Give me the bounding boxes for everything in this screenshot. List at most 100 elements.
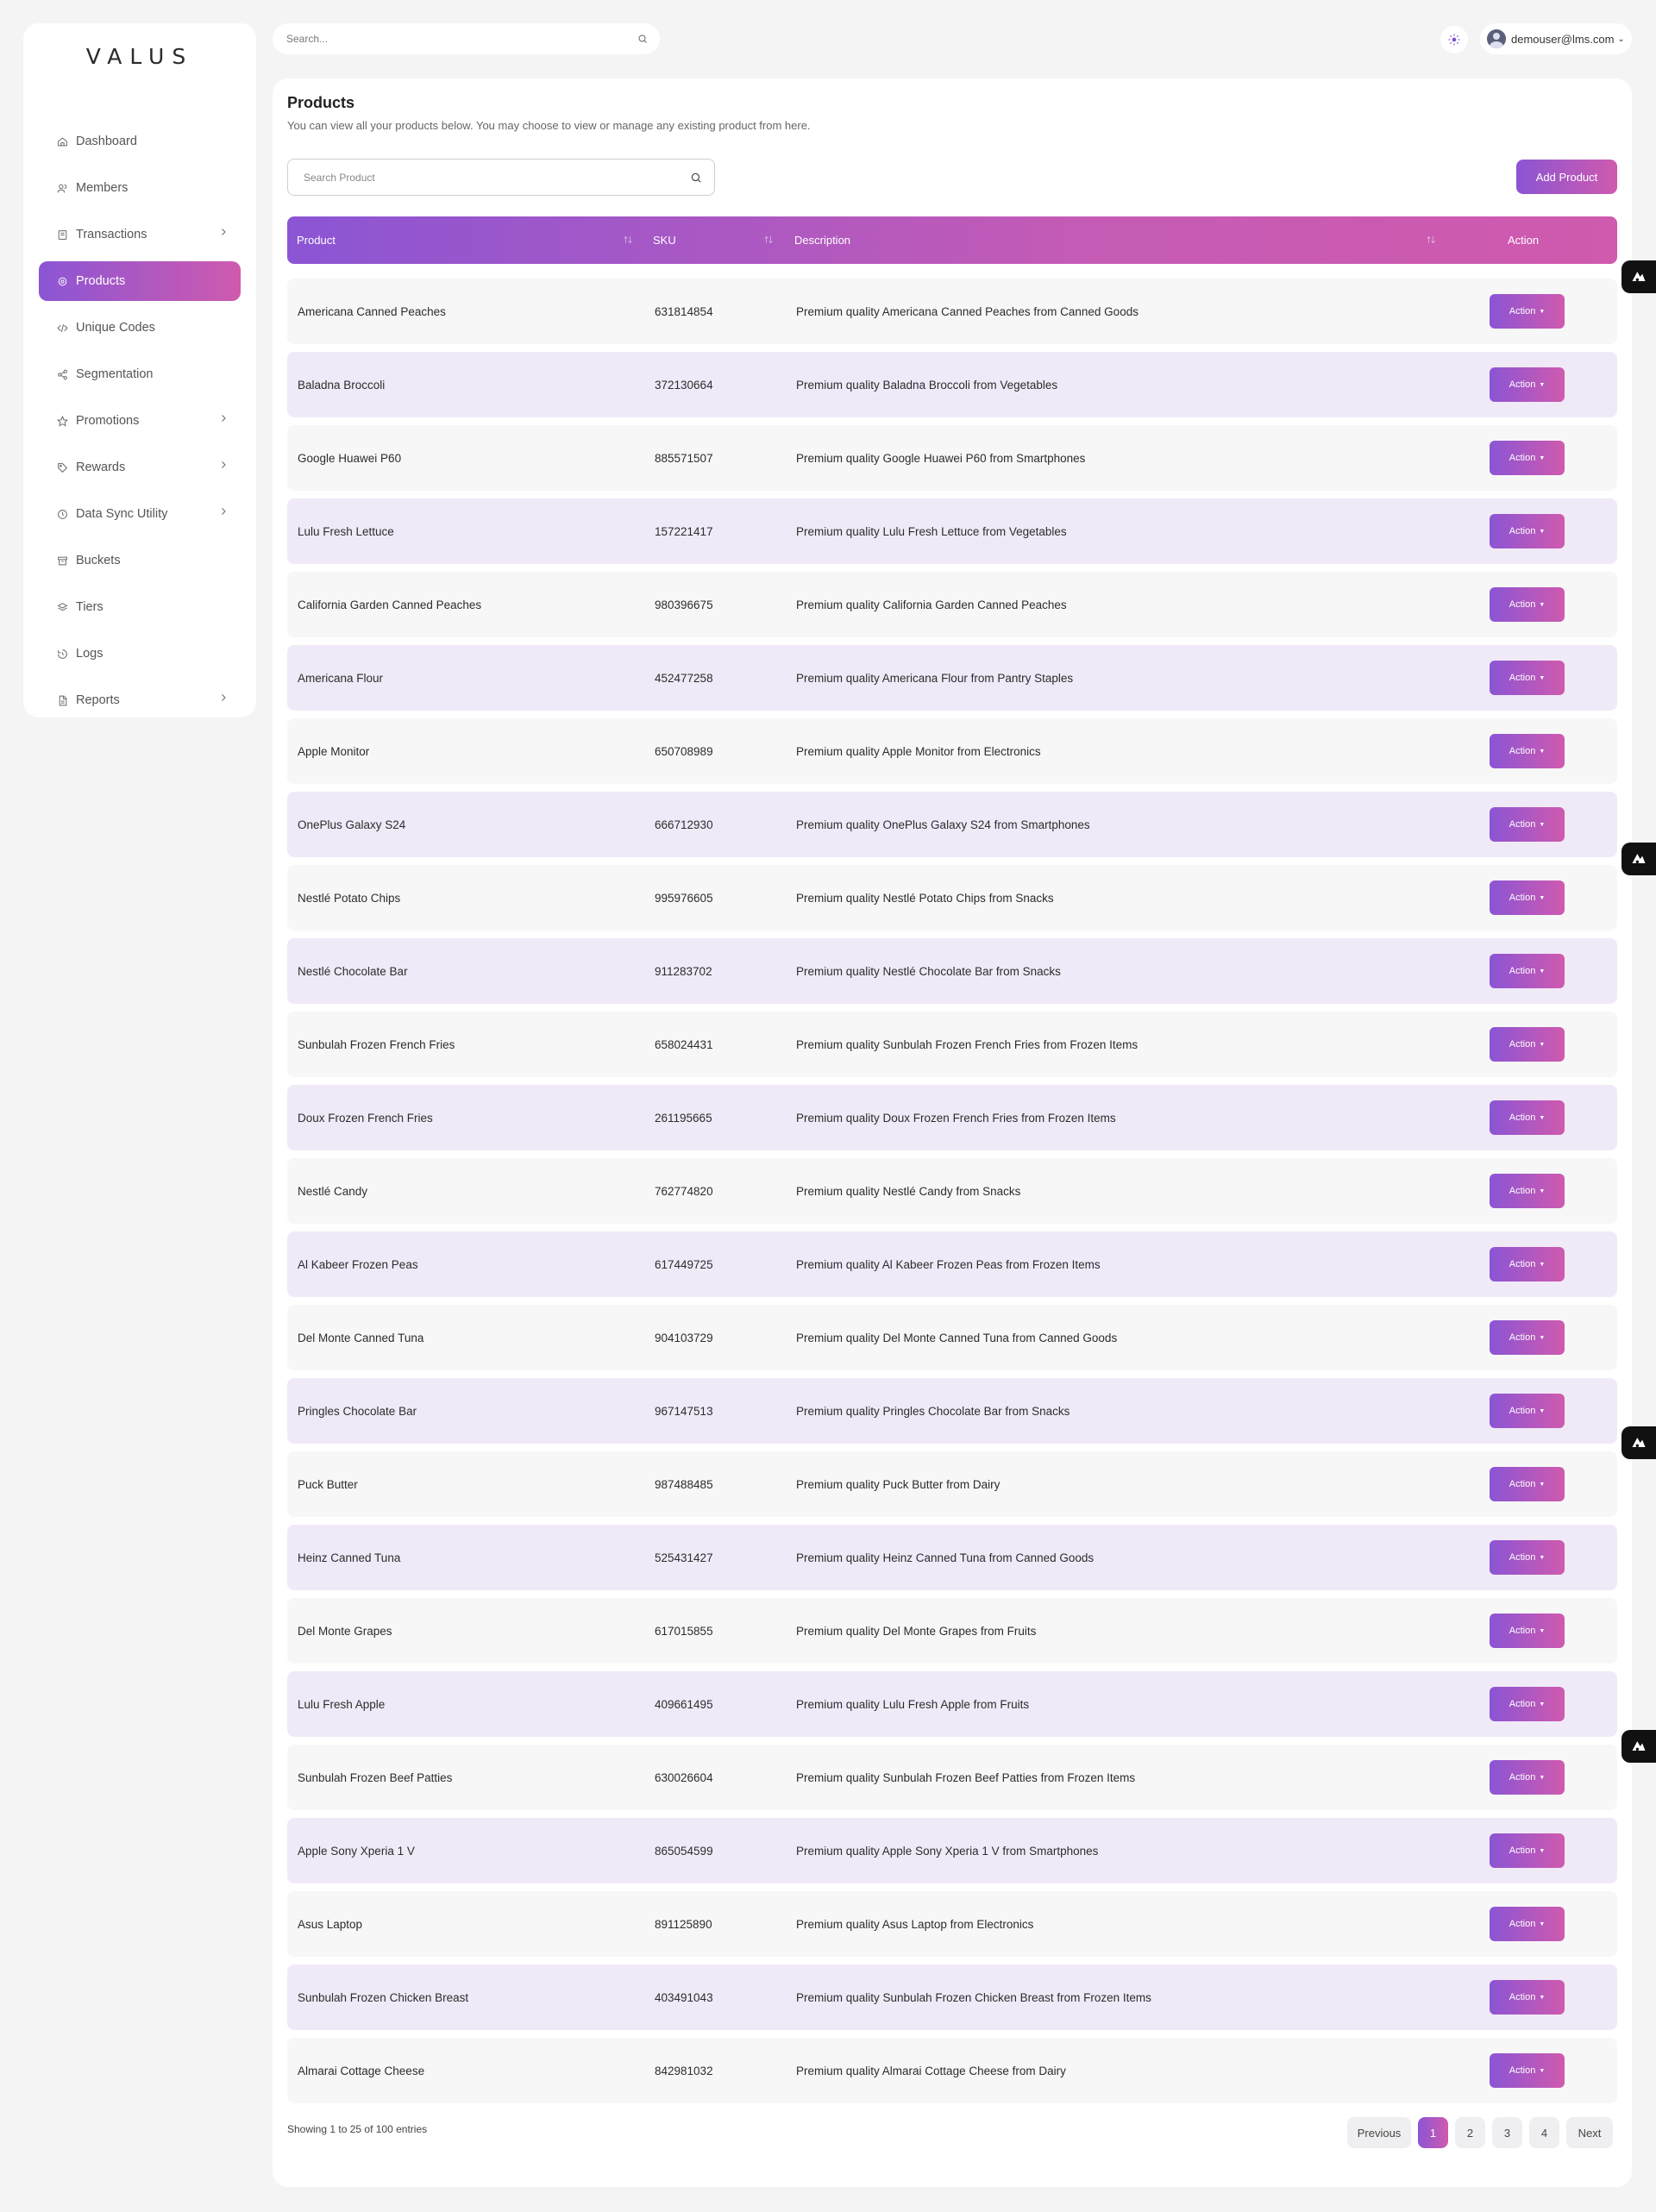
brand-logo[interactable]: VALUS	[23, 44, 256, 78]
sort-icon[interactable]	[623, 235, 633, 248]
row-action-button[interactable]: Action ▼	[1490, 367, 1565, 402]
home-icon	[56, 135, 68, 147]
action-label: Action	[1509, 1479, 1536, 1489]
sidebar-item-promotions[interactable]: Promotions	[39, 401, 241, 441]
row-action-button[interactable]: Action ▼	[1490, 1687, 1565, 1721]
row-action-button[interactable]: Action ▼	[1490, 587, 1565, 622]
sidebar-item-products[interactable]: Products	[39, 261, 241, 301]
sort-icon[interactable]	[1426, 235, 1436, 248]
table-row: Pringles Chocolate Bar 967147513 Premium q…	[287, 1378, 1617, 1444]
row-action-button[interactable]: Action ▼	[1490, 1394, 1565, 1428]
row-action-button[interactable]: Action ▼	[1490, 1907, 1565, 1941]
row-action-button[interactable]: Action ▼	[1490, 294, 1565, 329]
description-cell: Premium quality Puck Butter from Dairy	[796, 1477, 1000, 1491]
sidebar-item-label: Unique Codes	[76, 321, 155, 335]
table-row: Almarai Cottage Cheese 842981032 Premium q…	[287, 2038, 1617, 2103]
history-icon	[56, 648, 68, 660]
description-cell: Premium quality Lulu Fresh Apple from Fr…	[796, 1697, 1030, 1711]
product-name-cell: Sunbulah Frozen French Fries	[298, 1037, 455, 1051]
row-action-button[interactable]: Action ▼	[1490, 441, 1565, 475]
row-action-button[interactable]: Action ▼	[1490, 514, 1565, 548]
add-product-button[interactable]: Add Product	[1516, 160, 1617, 194]
sidebar-item-tiers[interactable]: Tiers	[39, 587, 241, 627]
search-icon[interactable]	[690, 172, 702, 184]
theme-toggle-button[interactable]	[1440, 26, 1468, 53]
row-action-button[interactable]: Action ▼	[1490, 880, 1565, 915]
action-label: Action	[1509, 306, 1536, 316]
sidebar-item-rewards[interactable]: Rewards	[39, 448, 241, 487]
sidebar-item-dashboard[interactable]: Dashboard	[39, 122, 241, 161]
sidebar-item-transactions[interactable]: Transactions	[39, 215, 241, 254]
table-row: California Garden Canned Peaches 98039667…	[287, 572, 1617, 637]
row-action-button[interactable]: Action ▼	[1490, 1540, 1565, 1575]
caret-down-icon: ▼	[1539, 528, 1546, 535]
row-action-button[interactable]: Action ▼	[1490, 1614, 1565, 1648]
sidebar-item-members[interactable]: Members	[39, 168, 241, 208]
row-action-button[interactable]: Action ▼	[1490, 2053, 1565, 2088]
sidebar-item-label: Members	[76, 181, 129, 195]
table-row: Nestlé Chocolate Bar 911283702 Premium qua…	[287, 938, 1617, 1004]
pagination-previous-button[interactable]: Previous	[1347, 2117, 1411, 2148]
floating-widget-icon[interactable]	[1622, 1730, 1656, 1763]
sku-cell: 762774820	[655, 1184, 713, 1198]
user-menu[interactable]: demouser@lms.com ⌄	[1480, 23, 1632, 54]
pagination-page-4[interactable]: 4	[1529, 2117, 1559, 2148]
row-action-button[interactable]: Action ▼	[1490, 1100, 1565, 1135]
floating-widget-icon[interactable]	[1622, 260, 1656, 293]
row-action-button[interactable]: Action ▼	[1490, 1174, 1565, 1208]
row-action-button[interactable]: Action ▼	[1490, 807, 1565, 842]
search-icon[interactable]	[637, 34, 648, 44]
sidebar-item-reports[interactable]: Reports	[39, 680, 241, 720]
pagination-page-2[interactable]: 2	[1455, 2117, 1485, 2148]
sort-icon[interactable]	[763, 235, 774, 248]
sku-cell: 995976605	[655, 891, 713, 905]
row-action-button[interactable]: Action ▼	[1490, 1760, 1565, 1795]
sidebar-item-data-sync-utility[interactable]: Data Sync Utility	[39, 494, 241, 534]
sidebar-item-segmentation[interactable]: Segmentation	[39, 354, 241, 394]
floating-widget-icon[interactable]	[1622, 1426, 1656, 1459]
pagination-next-button[interactable]: Next	[1566, 2117, 1613, 2148]
caret-down-icon: ▼	[1539, 1334, 1546, 1341]
product-name-cell: Apple Monitor	[298, 744, 370, 758]
table-row: Sunbulah Frozen French Fries 658024431 Pre…	[287, 1012, 1617, 1077]
sidebar-item-label: Reports	[76, 693, 120, 707]
table-row: Del Monte Grapes 617015855 Premium quality…	[287, 1598, 1617, 1664]
table-row: Nestlé Potato Chips 995976605 Premium qual…	[287, 865, 1617, 931]
row-action-button[interactable]: Action ▼	[1490, 1980, 1565, 2015]
sidebar-item-logs[interactable]: Logs	[39, 634, 241, 674]
sku-cell: 372130664	[655, 378, 713, 392]
sidebar-item-label: Promotions	[76, 414, 140, 428]
row-action-button[interactable]: Action ▼	[1490, 734, 1565, 768]
row-action-button[interactable]: Action ▼	[1490, 954, 1565, 988]
pagination-page-1[interactable]: 1	[1418, 2117, 1448, 2148]
description-cell: Premium quality Sunbulah Frozen Chicken …	[796, 1990, 1151, 2004]
table-row: Nestlé Candy 762774820 Premium quality Nes…	[287, 1158, 1617, 1224]
sidebar-item-buckets[interactable]: Buckets	[39, 541, 241, 580]
caret-down-icon: ▼	[1539, 308, 1546, 315]
share-icon	[56, 368, 68, 380]
row-action-button[interactable]: Action ▼	[1490, 1320, 1565, 1355]
caret-down-icon: ▼	[1539, 1921, 1546, 1927]
row-action-button[interactable]: Action ▼	[1490, 1467, 1565, 1501]
floating-widget-icon[interactable]	[1622, 843, 1656, 875]
row-action-button[interactable]: Action ▼	[1490, 661, 1565, 695]
description-cell: Premium quality Nestlé Candy from Snacks	[796, 1184, 1021, 1198]
product-search-input[interactable]	[304, 171, 690, 184]
file-icon	[56, 694, 68, 706]
row-action-button[interactable]: Action ▼	[1490, 1247, 1565, 1281]
column-header-sku[interactable]: SKU	[653, 216, 676, 264]
column-header-product[interactable]: Product	[297, 216, 336, 264]
pagination-page-3[interactable]: 3	[1492, 2117, 1522, 2148]
caret-down-icon: ▼	[1539, 1701, 1546, 1708]
row-action-button[interactable]: Action ▼	[1490, 1833, 1565, 1868]
page-title: Products	[287, 94, 355, 111]
sku-cell: 980396675	[655, 598, 713, 611]
sku-cell: 666712930	[655, 818, 713, 831]
sidebar-item-unique-codes[interactable]: Unique Codes	[39, 308, 241, 348]
row-action-button[interactable]: Action ▼	[1490, 1027, 1565, 1062]
global-search-input[interactable]	[286, 33, 637, 45]
sidebar-item-label: Data Sync Utility	[76, 507, 168, 521]
caret-down-icon: ▼	[1539, 674, 1546, 681]
description-cell: Premium quality Sunbulah Frozen Beef Pat…	[796, 1770, 1136, 1784]
column-header-description[interactable]: Description	[794, 216, 850, 264]
